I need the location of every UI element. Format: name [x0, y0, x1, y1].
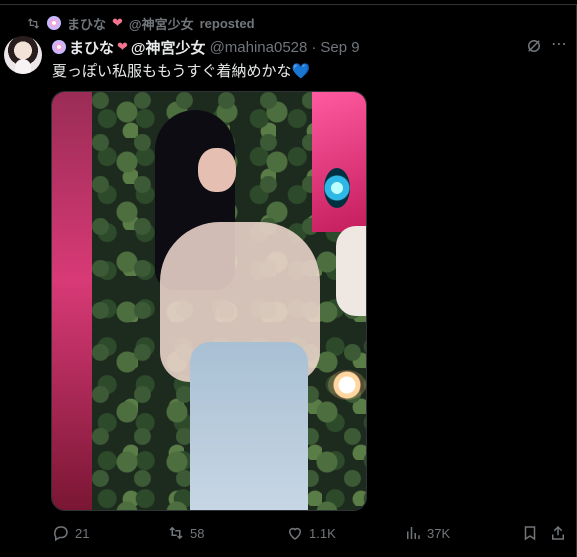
- post-header: まひな ❤ @神宮少女 @mahina0528 · Sep 9: [52, 37, 360, 57]
- views-icon: [407, 527, 420, 539]
- blue-heart-emoji: 💙: [291, 63, 311, 80]
- photo-side-figure: [336, 226, 366, 316]
- repost-button[interactable]: 58: [167, 524, 204, 542]
- heart-emoji: ❤: [117, 39, 128, 54]
- repost-icon: [28, 17, 39, 29]
- action-bar: 21 58 1.1K 37K: [0, 524, 577, 542]
- more-icon[interactable]: ⋯: [551, 36, 571, 56]
- repost-icon: [169, 526, 183, 540]
- reply-icon: [54, 526, 68, 542]
- like-button[interactable]: 1.1K: [286, 524, 336, 542]
- views-button[interactable]: 37K: [404, 524, 450, 542]
- repost-label: reposted: [199, 15, 255, 31]
- display-name-suffix: @神宮少女: [130, 39, 206, 57]
- avatar[interactable]: [4, 36, 42, 74]
- photo-pink-panel: [312, 92, 366, 232]
- post-photo[interactable]: [51, 91, 367, 511]
- heart-emoji: ❤: [112, 15, 123, 30]
- views-count: 37K: [427, 525, 451, 541]
- reply-count: 21: [75, 525, 90, 541]
- tweet-text: 夏っぽい私服ももうすぐ着納めかな💙: [52, 60, 310, 81]
- separator-dot: ·: [311, 38, 317, 56]
- reply-button[interactable]: 21: [52, 524, 89, 542]
- share-icon: [552, 525, 564, 540]
- repost-user-name: まひな: [67, 16, 107, 32]
- repost-context[interactable]: まひな ❤ @神宮少女 reposted: [26, 14, 255, 32]
- display-name-text: まひな: [69, 39, 115, 57]
- bookmark-icon: [524, 526, 536, 541]
- repost-user-suffix: @神宮少女: [128, 16, 194, 32]
- flower-emoji: [47, 16, 61, 30]
- photo-face: [198, 148, 236, 192]
- like-icon: [288, 527, 302, 540]
- bookmark-button[interactable]: [521, 524, 539, 542]
- grok-icon[interactable]: [525, 37, 543, 55]
- repost-count: 58: [190, 525, 205, 541]
- timeline-divider: [0, 4, 577, 5]
- photo-spotlight: [328, 370, 366, 400]
- tweet-text-body: 夏っぽい私服ももうすぐ着納めかな: [52, 63, 292, 80]
- photo-blue-lamp: [324, 168, 350, 208]
- flower-emoji: [52, 40, 66, 54]
- photo-jeans: [190, 342, 308, 510]
- like-count: 1.1K: [309, 525, 336, 541]
- display-name[interactable]: まひな ❤ @神宮少女: [52, 37, 206, 58]
- post-date[interactable]: Sep 9: [320, 39, 359, 56]
- user-handle[interactable]: @mahina0528: [210, 39, 308, 56]
- share-button[interactable]: [549, 524, 567, 542]
